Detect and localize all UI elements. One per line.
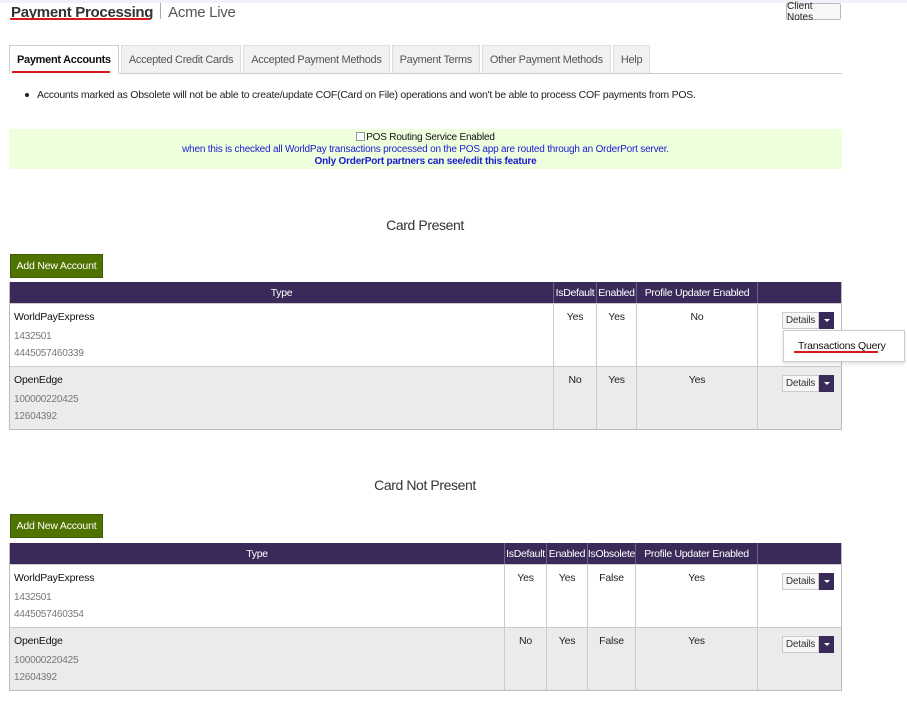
details-dropdown-toggle[interactable] bbox=[819, 375, 834, 392]
enabled-cell: Yes bbox=[547, 565, 588, 627]
table-row: OpenEdge 100000220425 12604392 No Yes Fa… bbox=[10, 627, 841, 690]
profile-updater-cell: No bbox=[637, 304, 758, 366]
account-number: 4445057460339 bbox=[14, 348, 84, 359]
tab-payment-terms[interactable]: Payment Terms bbox=[391, 45, 480, 73]
column-header-enabled[interactable]: Enabled bbox=[547, 543, 588, 564]
profile-updater-cell: Yes bbox=[636, 565, 758, 627]
column-header-type[interactable]: Type bbox=[10, 543, 505, 564]
card-not-present-title: Card Not Present bbox=[374, 477, 476, 493]
client-notes-button[interactable]: Client Notes bbox=[786, 1, 841, 23]
tab-accepted-payment-methods[interactable]: Accepted Payment Methods bbox=[243, 45, 390, 73]
isobsolete-cell: False bbox=[588, 565, 636, 627]
account-number: 12604392 bbox=[14, 672, 57, 683]
annotation-underline-title bbox=[10, 18, 150, 20]
isobsolete-cell: False bbox=[588, 628, 636, 690]
type-cell: OpenEdge 100000220425 12604392 bbox=[10, 367, 554, 429]
actions-cell: Details bbox=[758, 628, 841, 690]
details-split-button: Details bbox=[782, 636, 841, 653]
details-dropdown-toggle[interactable] bbox=[819, 573, 834, 590]
pos-routing-label: POS Routing Service Enabled bbox=[366, 132, 495, 143]
profile-updater-cell: Yes bbox=[636, 628, 758, 690]
add-new-account-card-present-button[interactable]: Add New Account bbox=[10, 254, 103, 278]
pos-routing-panel: POS Routing Service Enabled when this is… bbox=[9, 129, 842, 169]
column-header-enabled[interactable]: Enabled bbox=[597, 282, 637, 303]
details-button[interactable]: Details bbox=[782, 573, 819, 590]
column-header-isobsolete[interactable]: IsObsolete bbox=[588, 543, 636, 564]
column-header-actions bbox=[758, 543, 841, 564]
type-cell: WorldPayExpress 1432501 4445057460339 bbox=[10, 304, 554, 366]
tab-bar: Payment Accounts Accepted Credit Cards A… bbox=[9, 45, 842, 74]
account-number: 4445057460354 bbox=[14, 609, 84, 620]
account-type: WorldPayExpress bbox=[14, 572, 95, 584]
details-split-button: Details bbox=[782, 312, 841, 329]
account-id: 100000220425 bbox=[14, 394, 79, 405]
account-type: OpenEdge bbox=[14, 635, 63, 647]
column-header-profile-updater[interactable]: Profile Updater Enabled bbox=[636, 543, 758, 564]
type-cell: WorldPayExpress 1432501 4445057460354 bbox=[10, 565, 505, 627]
caret-down-icon bbox=[823, 580, 830, 583]
tab-other-payment-methods[interactable]: Other Payment Methods bbox=[481, 45, 611, 73]
actions-cell: Details bbox=[758, 367, 841, 429]
details-button[interactable]: Details bbox=[782, 375, 819, 392]
enabled-cell: Yes bbox=[597, 367, 637, 429]
tab-help[interactable]: Help bbox=[612, 45, 651, 73]
table-header: Type IsDefault Enabled Profile Updater E… bbox=[10, 282, 841, 303]
caret-down-icon bbox=[823, 643, 830, 646]
table-row: WorldPayExpress 1432501 4445057460354 Ye… bbox=[10, 564, 841, 627]
add-new-account-card-not-present-button[interactable]: Add New Account bbox=[10, 514, 103, 538]
isdefault-cell: No bbox=[554, 367, 597, 429]
table-row: OpenEdge 100000220425 12604392 No Yes Ye… bbox=[10, 366, 841, 429]
tab-accepted-credit-cards[interactable]: Accepted Credit Cards bbox=[120, 45, 242, 73]
table-row: WorldPayExpress 1432501 4445057460339 Ye… bbox=[10, 303, 841, 366]
tab-payment-accounts[interactable]: Payment Accounts bbox=[9, 45, 119, 74]
account-type: WorldPayExpress bbox=[14, 311, 95, 323]
table-header: Type IsDefault Enabled IsObsolete Profil… bbox=[10, 543, 841, 564]
isdefault-cell: Yes bbox=[554, 304, 597, 366]
title-separator bbox=[160, 3, 162, 19]
enabled-cell: Yes bbox=[597, 304, 637, 366]
column-header-actions bbox=[758, 282, 841, 303]
actions-cell: Details bbox=[758, 565, 841, 627]
column-header-isdefault[interactable]: IsDefault bbox=[554, 282, 597, 303]
annotation-underline-menu bbox=[794, 351, 878, 353]
details-dropdown-toggle[interactable] bbox=[819, 312, 834, 329]
account-id: 1432501 bbox=[14, 331, 52, 342]
pos-routing-description: when this is checked all WorldPay transa… bbox=[182, 144, 669, 155]
account-type: OpenEdge bbox=[14, 374, 63, 386]
type-cell: OpenEdge 100000220425 12604392 bbox=[10, 628, 505, 690]
details-split-button: Details bbox=[782, 375, 841, 392]
pos-routing-partners-note: Only OrderPort partners can see/edit thi… bbox=[314, 156, 537, 167]
account-id: 100000220425 bbox=[14, 655, 79, 666]
card-not-present-table: Type IsDefault Enabled IsObsolete Profil… bbox=[9, 543, 842, 691]
enabled-cell: Yes bbox=[547, 628, 588, 690]
pos-routing-checkbox[interactable] bbox=[356, 132, 366, 141]
profile-updater-cell: Yes bbox=[637, 367, 758, 429]
details-button[interactable]: Details bbox=[782, 312, 819, 329]
details-split-button: Details bbox=[782, 573, 841, 590]
isdefault-cell: No bbox=[505, 628, 547, 690]
column-header-isdefault[interactable]: IsDefault bbox=[505, 543, 547, 564]
column-header-type[interactable]: Type bbox=[10, 282, 554, 303]
isdefault-cell: Yes bbox=[505, 565, 547, 627]
caret-down-icon bbox=[823, 319, 830, 322]
account-id: 1432501 bbox=[14, 592, 52, 603]
obsolete-note: Accounts marked as Obsolete will not be … bbox=[25, 89, 696, 101]
account-number: 12604392 bbox=[14, 411, 57, 422]
annotation-underline-tab bbox=[12, 71, 110, 73]
card-present-title: Card Present bbox=[386, 217, 464, 233]
obsolete-note-text: Accounts marked as Obsolete will not be … bbox=[37, 89, 696, 101]
column-header-profile-updater[interactable]: Profile Updater Enabled bbox=[637, 282, 758, 303]
details-dropdown-menu: Transactions Query bbox=[783, 330, 905, 362]
account-name: Acme Live bbox=[168, 4, 236, 21]
card-present-table: Type IsDefault Enabled Profile Updater E… bbox=[9, 282, 842, 430]
bullet-icon bbox=[25, 93, 29, 97]
details-dropdown-toggle[interactable] bbox=[819, 636, 834, 653]
caret-down-icon bbox=[823, 382, 830, 385]
details-button[interactable]: Details bbox=[782, 636, 819, 653]
